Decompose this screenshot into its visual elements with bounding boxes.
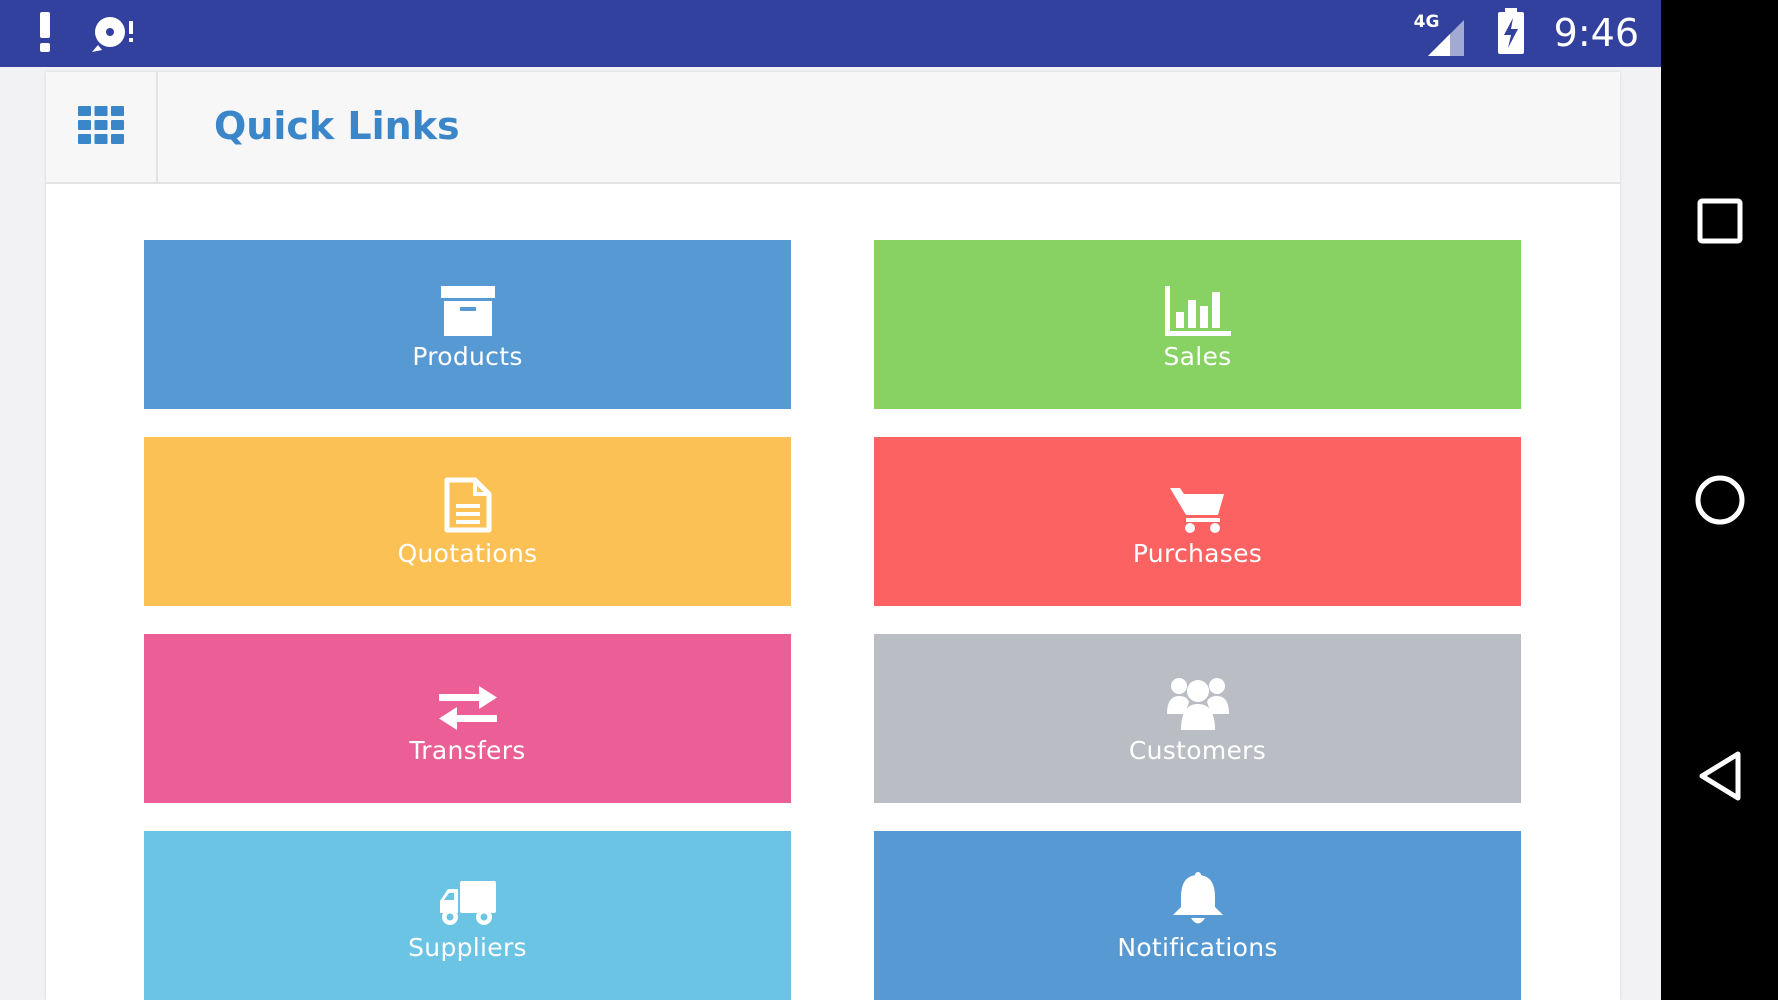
tile-label: Customers	[1128, 736, 1267, 765]
tile-label: Notifications	[1117, 933, 1278, 962]
grid-menu-icon	[78, 106, 124, 148]
page-title: Quick Links	[214, 104, 460, 148]
recents-button[interactable]	[1661, 198, 1778, 248]
app-header: Quick Links	[46, 72, 1620, 184]
back-button[interactable]	[1661, 750, 1778, 806]
signal-icon: 4G	[1414, 10, 1468, 56]
tile-label: Purchases	[1132, 539, 1263, 568]
archive-box-icon	[440, 278, 495, 336]
suppliers-tile[interactable]: Suppliers	[144, 831, 791, 1000]
recents-square-icon	[1697, 198, 1743, 248]
status-bar: 4G 9:46	[0, 0, 1661, 67]
menu-button[interactable]	[46, 72, 158, 182]
purchases-tile[interactable]: Purchases	[874, 437, 1521, 606]
tile-label: Quotations	[397, 539, 538, 568]
back-triangle-icon	[1697, 750, 1743, 806]
alert-icon	[38, 12, 52, 56]
document-icon	[444, 475, 492, 533]
users-group-icon	[1166, 672, 1229, 730]
tile-label: Products	[412, 342, 523, 371]
home-button[interactable]	[1661, 474, 1778, 530]
battery-charging-icon	[1496, 8, 1526, 58]
tile-label: Sales	[1163, 342, 1232, 371]
tile-label: Suppliers	[408, 933, 527, 962]
notifications-tile[interactable]: Notifications	[874, 831, 1521, 1000]
shopping-cart-icon	[1169, 475, 1226, 533]
transfers-tile[interactable]: Transfers	[144, 634, 791, 803]
clock: 9:46	[1553, 11, 1639, 55]
sales-tile[interactable]: Sales	[874, 240, 1521, 409]
sync-icon	[92, 12, 136, 56]
products-tile[interactable]: Products	[144, 240, 791, 409]
quotations-tile[interactable]: Quotations	[144, 437, 791, 606]
exchange-arrows-icon	[438, 672, 497, 730]
truck-icon	[439, 869, 496, 927]
tile-label: Transfers	[409, 736, 526, 765]
bell-icon	[1171, 869, 1225, 927]
home-circle-icon	[1694, 474, 1746, 530]
app-container: Quick Links Products Sales Quotations Pu…	[46, 72, 1620, 1000]
customers-tile[interactable]: Customers	[874, 634, 1521, 803]
bar-chart-icon	[1164, 278, 1231, 336]
navigation-bar	[1661, 0, 1778, 1000]
